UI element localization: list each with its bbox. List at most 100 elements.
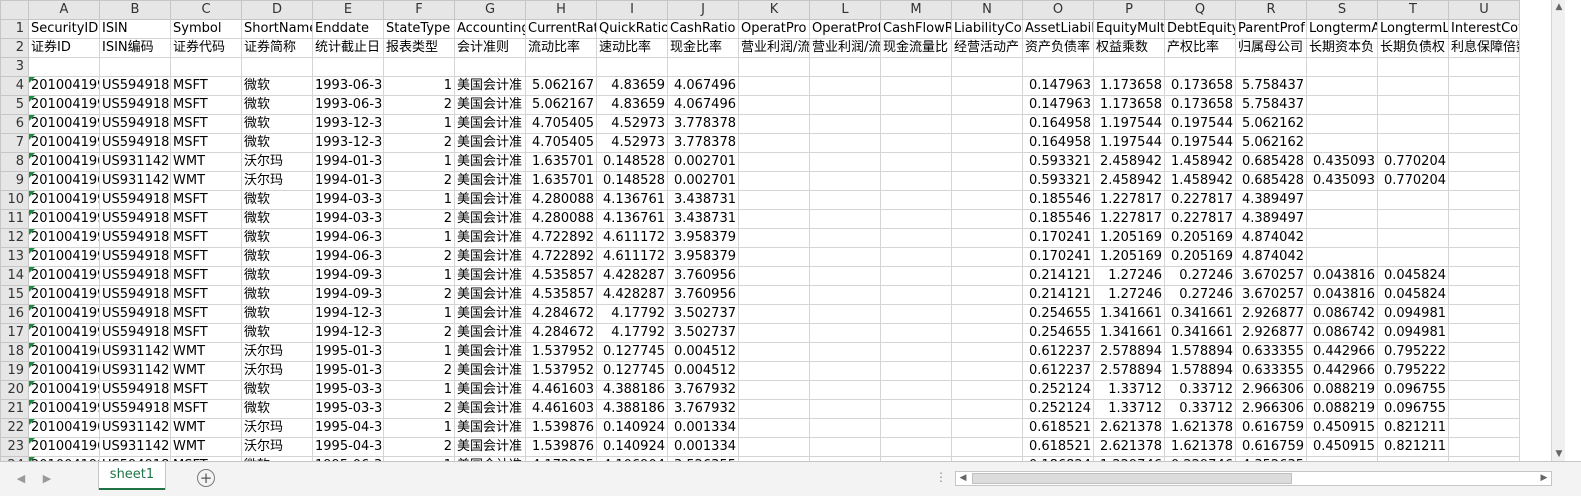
cell[interactable]: 3.502737	[667, 323, 739, 343]
cell[interactable]: 微软	[241, 380, 313, 400]
cell[interactable]	[1448, 171, 1520, 191]
cell[interactable]: 2.621378	[1093, 437, 1165, 457]
cell[interactable]: 1.173658	[1093, 76, 1165, 96]
cell[interactable]: 0.770204	[1377, 171, 1449, 191]
cell[interactable]: 3.502737	[667, 304, 739, 324]
cell[interactable]: 201004199	[28, 228, 100, 248]
cell[interactable]: 201004199	[28, 95, 100, 115]
cell[interactable]: 0.341661	[1164, 323, 1236, 343]
cell[interactable]	[738, 57, 810, 77]
cell[interactable]	[525, 57, 597, 77]
cell[interactable]: 0.164958	[1022, 114, 1094, 134]
cell[interactable]: CashFlowR	[880, 19, 952, 39]
cell[interactable]: 1.537952	[525, 342, 597, 362]
cell[interactable]: 3.778378	[667, 114, 739, 134]
cell[interactable]	[1448, 285, 1520, 305]
cell[interactable]: 微软	[241, 228, 313, 248]
cell[interactable]	[951, 228, 1023, 248]
cell[interactable]: 3.760956	[667, 266, 739, 286]
column-header-n[interactable]: N	[951, 0, 1023, 20]
cell[interactable]: 4.461603	[525, 399, 597, 419]
scroll-right-arrow-icon[interactable]: ▶	[1537, 472, 1551, 485]
cell[interactable]: 201004199	[28, 133, 100, 153]
cell[interactable]: 0.086742	[1306, 304, 1378, 324]
cell[interactable]	[809, 285, 881, 305]
cell[interactable]	[809, 323, 881, 343]
cell[interactable]: 微软	[241, 133, 313, 153]
add-sheet-icon[interactable]: +	[197, 469, 215, 487]
cell[interactable]: 2	[383, 437, 455, 457]
column-header-b[interactable]: B	[99, 0, 171, 20]
cell[interactable]: 201004199	[28, 247, 100, 267]
cell[interactable]: 美国会计准	[454, 304, 526, 324]
cell[interactable]: 1995-03-3	[312, 380, 384, 400]
cell[interactable]	[809, 437, 881, 457]
cell[interactable]: 证券ID	[28, 38, 100, 58]
row-header[interactable]: 2	[0, 38, 29, 58]
cell[interactable]	[1306, 190, 1378, 210]
row-header[interactable]: 4	[0, 76, 29, 96]
column-header-k[interactable]: K	[738, 0, 810, 20]
cell[interactable]	[951, 418, 1023, 438]
cell[interactable]: 4.83659	[596, 76, 668, 96]
cell[interactable]	[951, 266, 1023, 286]
cell[interactable]	[1377, 76, 1449, 96]
row-header[interactable]: 21	[0, 399, 29, 419]
cell[interactable]: 0.043816	[1306, 285, 1378, 305]
cell[interactable]: 美国会计准	[454, 266, 526, 286]
cell[interactable]: 0.612237	[1022, 342, 1094, 362]
cell[interactable]: US594918	[99, 133, 171, 153]
cell[interactable]: 1	[383, 76, 455, 96]
cell[interactable]	[880, 228, 952, 248]
cell[interactable]: 沃尔玛	[241, 342, 313, 362]
cell[interactable]	[1448, 437, 1520, 457]
cell[interactable]: 1.635701	[525, 171, 597, 191]
cell[interactable]: 美国会计准	[454, 76, 526, 96]
cell[interactable]: 3.778378	[667, 133, 739, 153]
cell[interactable]	[951, 247, 1023, 267]
column-header-g[interactable]: G	[454, 0, 526, 20]
prev-sheet-arrow-icon[interactable]: ◀	[14, 471, 28, 487]
cell[interactable]: 营业利润/流	[738, 38, 810, 58]
cell[interactable]: 0.341661	[1164, 304, 1236, 324]
cell[interactable]: 0.821211	[1377, 418, 1449, 438]
cell[interactable]: OperatProf	[809, 19, 881, 39]
cell[interactable]: 4.17792	[596, 323, 668, 343]
cell[interactable]: 0.045824	[1377, 285, 1449, 305]
cell[interactable]	[312, 57, 384, 77]
cell[interactable]: 2.926877	[1235, 323, 1307, 343]
cell[interactable]: 4.136761	[596, 190, 668, 210]
row-header[interactable]: 16	[0, 304, 29, 324]
cell[interactable]: 美国会计准	[454, 190, 526, 210]
cell[interactable]: US594918	[99, 304, 171, 324]
cell[interactable]	[951, 190, 1023, 210]
cell[interactable]: 1.173658	[1093, 95, 1165, 115]
row-header[interactable]: 14	[0, 266, 29, 286]
cell[interactable]: US931142	[99, 418, 171, 438]
cell[interactable]: 1	[383, 266, 455, 286]
cell[interactable]	[880, 133, 952, 153]
cell[interactable]	[880, 285, 952, 305]
cell[interactable]: 0.205169	[1164, 228, 1236, 248]
cell[interactable]: 归属母公司	[1235, 38, 1307, 58]
cell[interactable]: 1994-12-3	[312, 304, 384, 324]
cell[interactable]: US594918	[99, 266, 171, 286]
cell[interactable]: 2	[383, 209, 455, 229]
cell[interactable]: 1994-09-3	[312, 285, 384, 305]
cell[interactable]: 3.767932	[667, 399, 739, 419]
cell[interactable]: 1993-12-3	[312, 114, 384, 134]
cell[interactable]: 利息保障倍数	[1448, 38, 1520, 58]
horizontal-scrollbar[interactable]: ◀ ▶	[955, 471, 1552, 486]
row-header[interactable]: 1	[0, 19, 29, 39]
cell[interactable]	[880, 95, 952, 115]
cell[interactable]: 微软	[241, 285, 313, 305]
row-header[interactable]: 13	[0, 247, 29, 267]
cell[interactable]: WMT	[170, 171, 242, 191]
cell[interactable]: LongtermL	[1377, 19, 1449, 39]
cell[interactable]	[809, 361, 881, 381]
cell[interactable]: 0.088219	[1306, 399, 1378, 419]
cell[interactable]: 1994-12-3	[312, 323, 384, 343]
cell[interactable]: 微软	[241, 266, 313, 286]
cell[interactable]: 统计截止日	[312, 38, 384, 58]
cell[interactable]	[1377, 209, 1449, 229]
